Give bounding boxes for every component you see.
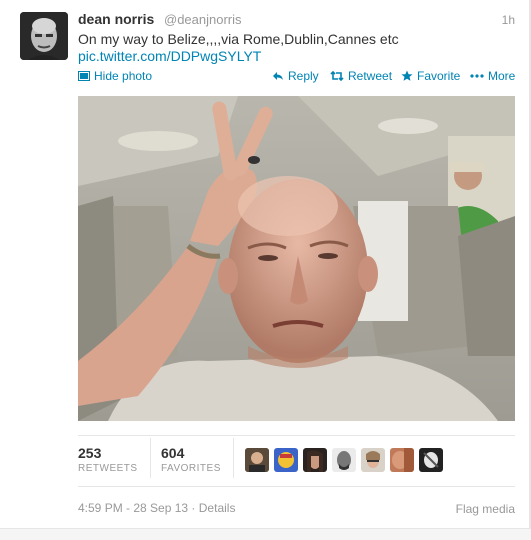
- selfie-photo: [78, 96, 515, 421]
- more-label: More: [488, 69, 516, 83]
- favorite-label: Favorite: [417, 69, 461, 83]
- tweet-photo-link[interactable]: pic.twitter.com/DDPwgSYLYT: [78, 48, 261, 64]
- stats-separator: [233, 438, 234, 478]
- favoriter-avatar[interactable]: [332, 448, 356, 472]
- meta-separator: ·: [191, 501, 196, 515]
- tweet-footer-meta: 4:59 PM - 28 Sep 13 · Details: [78, 501, 235, 515]
- favoriter-photo: [245, 448, 269, 472]
- favorites-count[interactable]: 604: [161, 445, 184, 461]
- avatar[interactable]: [20, 12, 68, 60]
- stats-divider-bottom: [78, 486, 515, 487]
- retweet-label: Retweet: [348, 69, 393, 83]
- favoriter-avatar[interactable]: [303, 448, 327, 472]
- tweet-datetime[interactable]: 4:59 PM - 28 Sep 13: [78, 501, 188, 515]
- retweets-count[interactable]: 253: [78, 445, 101, 461]
- favoriter-photo: [274, 448, 298, 472]
- star-icon: [401, 70, 413, 81]
- author-handle[interactable]: @deanjnorris: [164, 12, 242, 27]
- tweet-expanded: dean norris @deanjnorris 1h On my way to…: [0, 0, 531, 540]
- details-link[interactable]: Details: [199, 501, 236, 515]
- tweet-photo[interactable]: [78, 96, 515, 421]
- more-button[interactable]: More: [470, 69, 515, 83]
- favorite-button[interactable]: Favorite: [401, 69, 460, 83]
- retweet-button[interactable]: Retweet: [330, 69, 392, 83]
- favoriter-avatar[interactable]: [245, 448, 269, 472]
- hide-photo-button[interactable]: Hide photo: [78, 69, 152, 83]
- favoriter-photo: [361, 448, 385, 472]
- retweets-label[interactable]: RETWEETS: [78, 463, 138, 474]
- flag-media-link[interactable]: Flag media: [456, 502, 515, 516]
- favoriter-photo: [332, 448, 356, 472]
- tweet-actions: Hide photo Reply Retweet Favorite More: [0, 69, 531, 87]
- tweet-bottom-border: [0, 528, 531, 540]
- more-dots-icon: [470, 74, 484, 78]
- reply-icon: [273, 72, 283, 80]
- tweet-text: On my way to Belize,,,,via Rome,Dublin,C…: [78, 31, 399, 47]
- stats-divider-top: [78, 435, 515, 436]
- favoriter-photo: [390, 448, 414, 472]
- tweet-timestamp[interactable]: 1h: [502, 13, 515, 27]
- reply-label: Reply: [288, 69, 319, 83]
- favoriter-avatar[interactable]: [274, 448, 298, 472]
- stats-separator: [150, 438, 151, 478]
- favoriter-avatar[interactable]: [419, 448, 443, 472]
- author-name[interactable]: dean norris: [78, 11, 154, 27]
- favoriter-avatar[interactable]: [390, 448, 414, 472]
- photo-icon: [78, 71, 90, 81]
- retweet-icon: [330, 71, 344, 81]
- favoriter-photo: [303, 448, 327, 472]
- favorites-label[interactable]: FAVORITES: [161, 463, 221, 474]
- favoriter-avatar[interactable]: [361, 448, 385, 472]
- favoriter-photo: [419, 448, 443, 472]
- avatar-photo: [20, 12, 68, 60]
- hide-photo-label: Hide photo: [94, 69, 153, 83]
- reply-button[interactable]: Reply: [272, 69, 319, 83]
